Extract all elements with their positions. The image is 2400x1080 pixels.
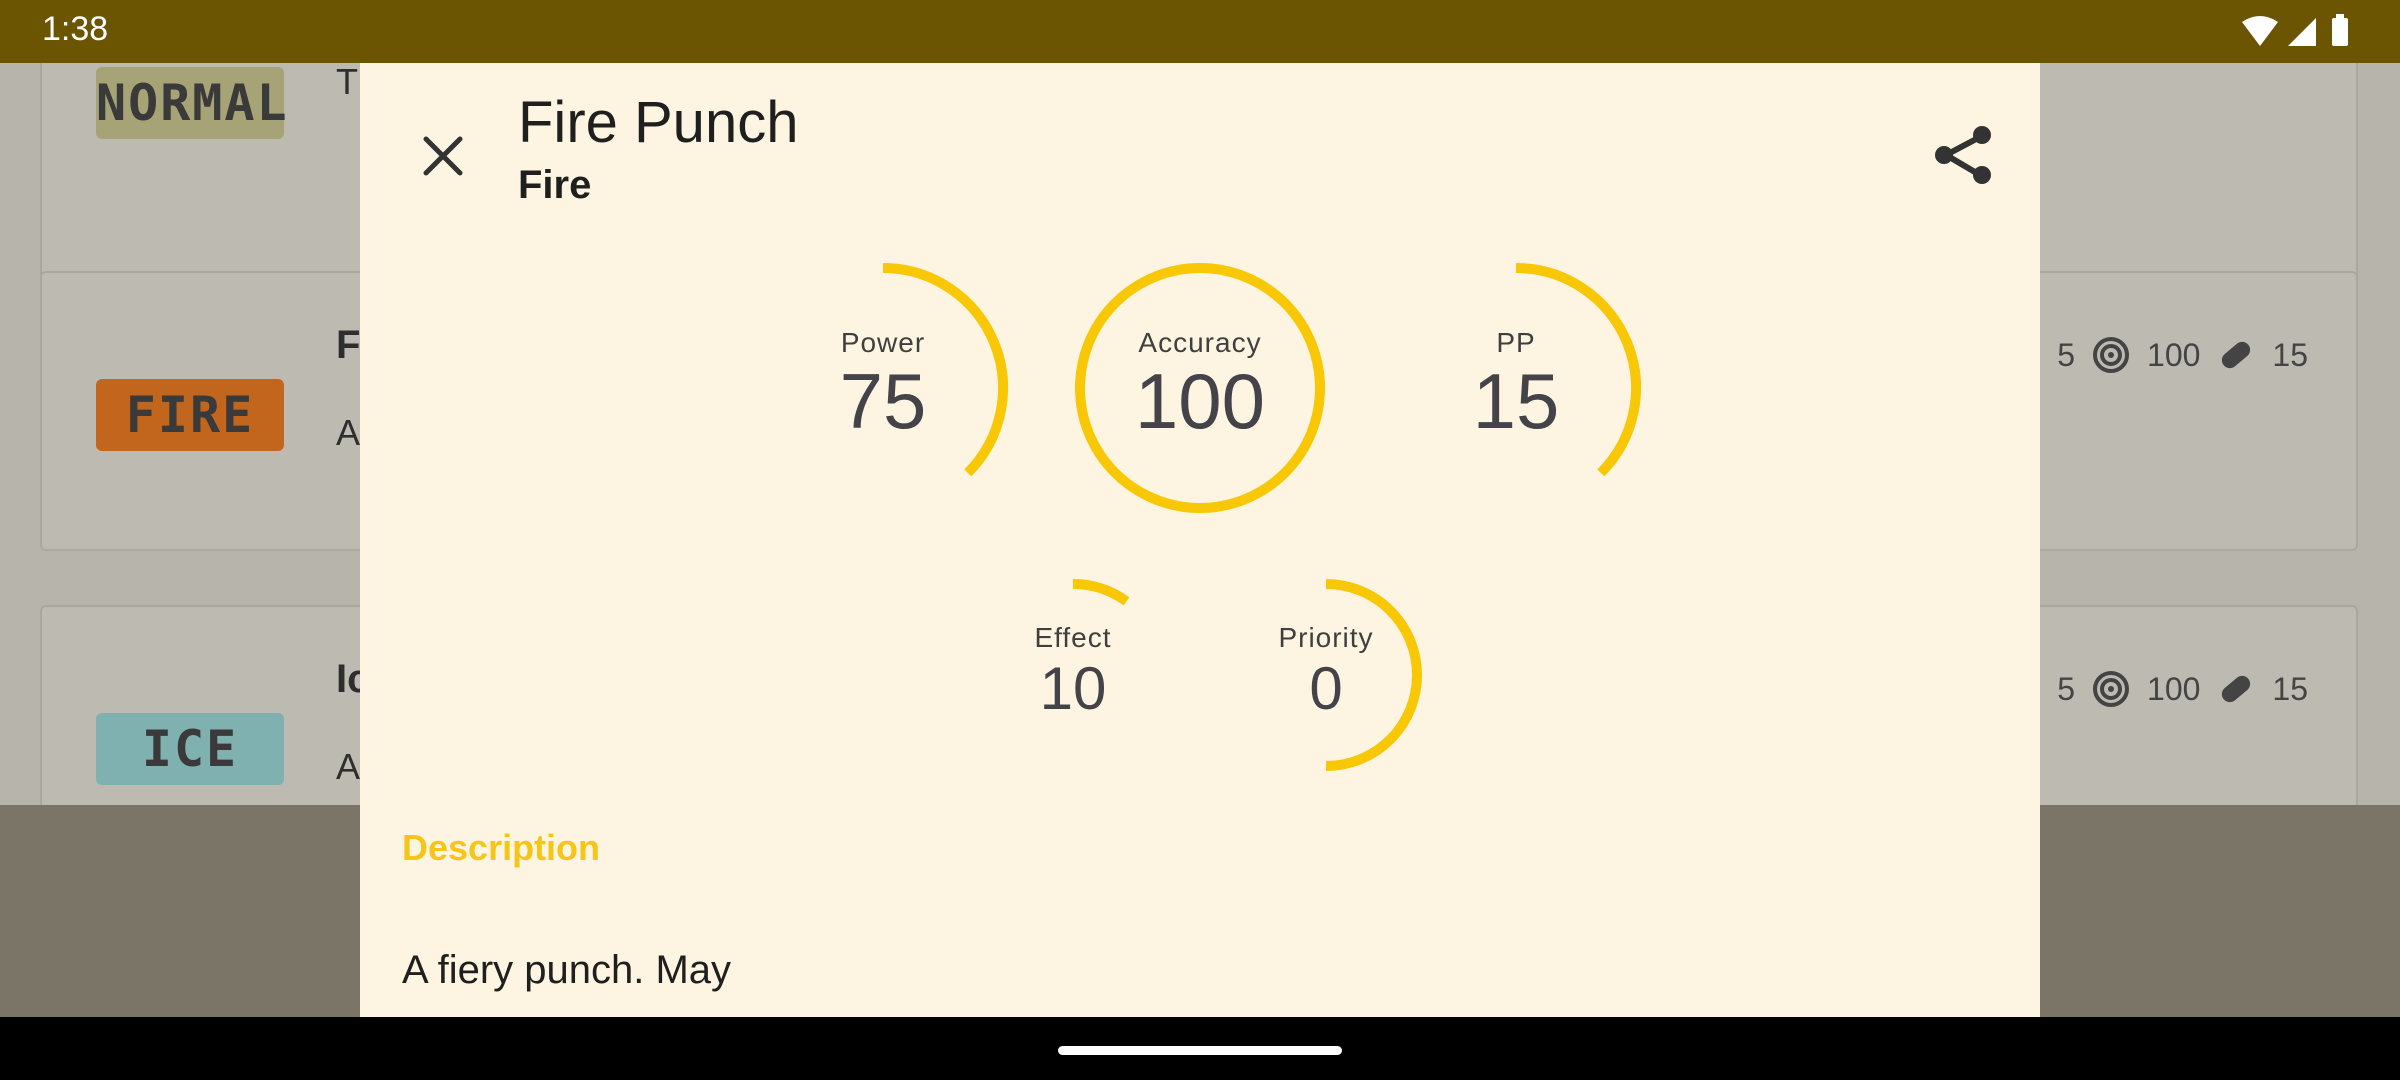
target-icon xyxy=(2093,671,2130,707)
signal-icon xyxy=(2288,18,2316,46)
pill-icon xyxy=(2222,675,2251,703)
target-icon xyxy=(2093,337,2130,373)
gauge-arc xyxy=(1072,579,1130,606)
stat-gauges: Power75Accuracy100PP15Effect10Priority0 xyxy=(840,263,1641,771)
gauge-effect: Effect10 xyxy=(1034,579,1130,722)
gauge-value: 15 xyxy=(1473,357,1560,445)
status-icons xyxy=(2242,14,2348,46)
navigation-bar xyxy=(0,1017,2400,1080)
gauge-pp: PP15 xyxy=(1473,263,1641,477)
pp-value: 15 xyxy=(2272,336,2308,373)
status-time: 1:38 xyxy=(42,10,109,48)
gauge-accuracy: Accuracy100 xyxy=(1075,263,1325,513)
gauge-label: Priority xyxy=(1278,622,1373,653)
wifi-icon xyxy=(2242,16,2278,46)
gauge-priority: Priority0 xyxy=(1278,579,1422,771)
home-handle[interactable] xyxy=(1058,1046,1342,1055)
power-value: 5 xyxy=(2057,336,2076,373)
gauge-label: Power xyxy=(841,327,925,358)
pill-icon xyxy=(2222,341,2251,369)
move-stats: 5 100 15 xyxy=(2057,669,2308,709)
gauge-value: 0 xyxy=(1309,655,1342,722)
battery-icon xyxy=(2332,18,2348,46)
gauge-label: Accuracy xyxy=(1138,327,1261,358)
accuracy-value: 100 xyxy=(2147,670,2201,707)
status-bar: 1:38 xyxy=(0,0,2400,63)
move-detail-dialog: Fire Punch Fire Power 75 Accuracy 100 PP 15 Ef… xyxy=(360,63,2040,1017)
type-badge: NORMAL xyxy=(96,67,287,139)
gauge-value: 100 xyxy=(1135,357,1265,445)
pp-value: 15 xyxy=(2272,670,2308,707)
description-heading: Description xyxy=(402,827,601,868)
move-stats: 5 100 15 xyxy=(2057,335,2308,375)
power-value: 5 xyxy=(2057,670,2076,707)
gauge-power: Power75 xyxy=(840,263,1008,477)
move-name: F xyxy=(336,323,361,367)
move-description: A xyxy=(336,746,361,787)
gauge-label: Effect xyxy=(1034,622,1111,653)
gauge-value: 75 xyxy=(840,357,927,445)
accuracy-value: 100 xyxy=(2147,336,2201,373)
type-badge: ICE xyxy=(96,713,284,785)
type-badge: FIRE xyxy=(96,379,284,451)
gauge-value: 10 xyxy=(1040,655,1107,722)
gauge-label: PP xyxy=(1496,327,1535,358)
move-description-text: A fiery punch. May xyxy=(402,948,732,992)
